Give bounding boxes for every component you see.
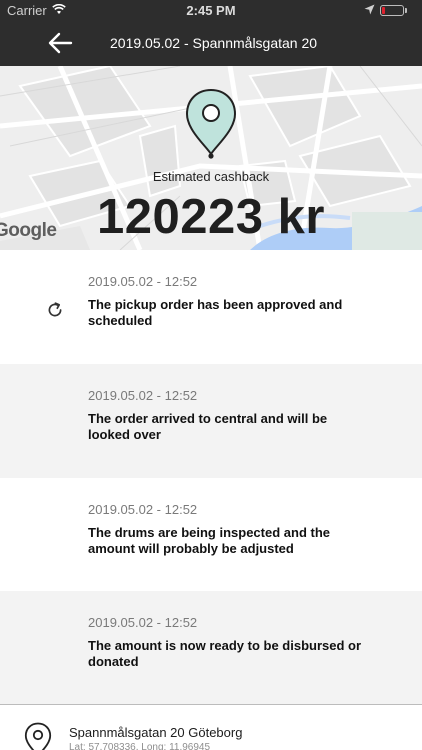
location-footer[interactable]: Spannmålsgatan 20 Göteborg Lat: 57.70833… (0, 704, 422, 750)
location-arrow-icon (364, 4, 375, 15)
map-pin-icon (185, 88, 237, 159)
timeline-date: 2019.05.02 - 12:52 (88, 615, 198, 630)
timeline-text: The drums are being inspected and the am… (88, 525, 330, 556)
back-arrow-icon[interactable] (46, 30, 74, 56)
timeline-date: 2019.05.02 - 12:52 (88, 502, 198, 517)
timeline-item: 2019.05.02 - 12:52 The amount is now rea… (0, 591, 422, 704)
footer-address: Spannmålsgatan 20 Göteborg (69, 725, 243, 740)
refresh-icon (48, 302, 62, 317)
clock: 2:45 PM (186, 3, 236, 18)
status-bar: Carrier 2:45 PM (0, 0, 422, 20)
google-logo: Google (0, 220, 57, 241)
map-pin-icon (24, 722, 52, 750)
timeline-item: 2019.05.02 - 12:52 The drums are being i… (0, 478, 422, 592)
footer-coordinates: Lat: 57.708336, Long: 11.96945 (69, 742, 211, 750)
battery-level (382, 7, 385, 14)
battery-tip (405, 8, 407, 13)
timeline-text: The order arrived to central and will be… (88, 411, 328, 442)
timeline-text: The amount is now ready to be disbursed … (88, 638, 362, 669)
nav-bar: 2019.05.02 - Spannmålsgatan 20 (0, 20, 422, 66)
battery-icon (380, 5, 404, 16)
cashback-amount: 120223 kr (97, 190, 325, 244)
timeline-item: 2019.05.02 - 12:52 The pickup order has … (0, 250, 422, 364)
timeline-date: 2019.05.02 - 12:52 (88, 274, 198, 289)
timeline-text: The pickup order has been approved and s… (88, 297, 343, 328)
map-view[interactable]: Estimated cashback 120223 kr Google (0, 66, 422, 250)
timeline-item: 2019.05.02 - 12:52 The order arrived to … (0, 364, 422, 478)
timeline-date: 2019.05.02 - 12:52 (88, 388, 198, 403)
cashback-caption: Estimated cashback (152, 169, 270, 184)
page-title: 2019.05.02 - Spannmålsgatan 20 (110, 35, 318, 51)
